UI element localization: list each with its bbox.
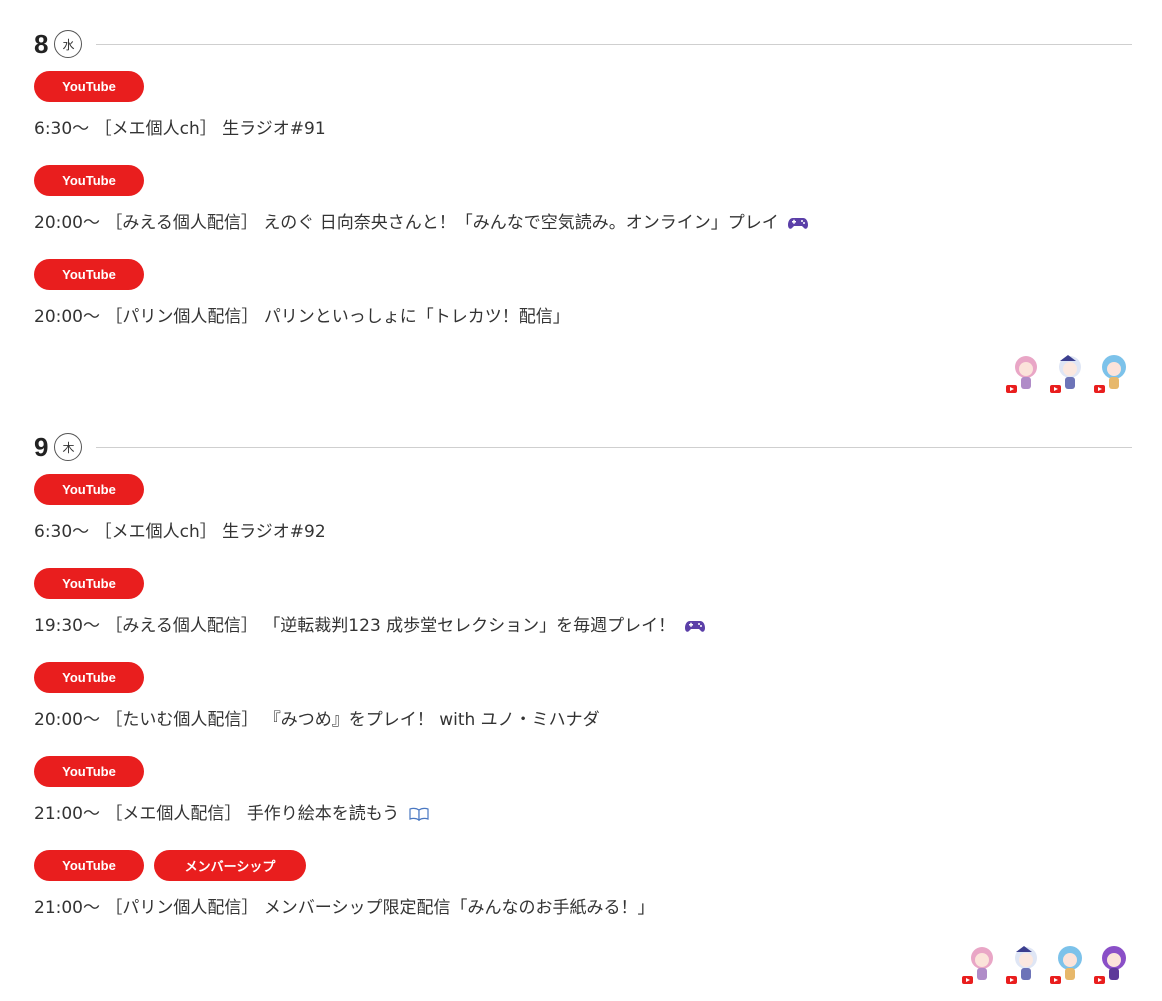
membership-badge[interactable]: メンバーシップ <box>154 850 306 881</box>
event-item: YouTube メンバーシップ 21:00〜 ［パリン個人配信］ メンバーシップ… <box>34 850 1132 944</box>
youtube-badge[interactable]: YouTube <box>34 756 144 787</box>
youtube-badge[interactable]: YouTube <box>34 474 144 505</box>
youtube-mini-icon <box>1050 976 1061 984</box>
white-hair-character-avatar[interactable] <box>1050 353 1088 393</box>
pink-hair-character-avatar[interactable] <box>962 944 1000 984</box>
event-time: 6:30〜 <box>34 522 90 542</box>
event-channel: ［パリン個人配信］ <box>105 898 259 918</box>
youtube-mini-icon <box>962 976 973 984</box>
event-time: 20:00〜 <box>34 307 100 327</box>
event-channel: ［メエ個人ch］ <box>94 119 217 139</box>
event-title: えのぐ 日向奈央さんと！「みんなで空気読み。オンライン」プレイ <box>263 213 779 233</box>
event-time: 20:00〜 <box>34 213 100 233</box>
divider <box>96 43 1132 45</box>
event-time: 21:00〜 <box>34 898 100 918</box>
event-link[interactable]: 20:00〜 ［たいむ個人配信］ 『みつめ』をプレイ！ with ユノ・ミハナダ <box>34 693 1132 756</box>
day-number: 9 <box>34 432 49 462</box>
avatar-group <box>34 353 1132 393</box>
event-title: 生ラジオ#91 <box>222 119 326 139</box>
weekday-circle: 木 <box>54 433 83 461</box>
event-link[interactable]: 21:00〜 ［パリン個人配信］ メンバーシップ限定配信「みんなのお手紙みる！」 <box>34 881 1132 944</box>
event-title: メンバーシップ限定配信「みんなのお手紙みる！」 <box>263 898 655 918</box>
event-title: 『みつめ』をプレイ！ with ユノ・ミハナダ <box>263 710 600 730</box>
event-time: 21:00〜 <box>34 804 100 824</box>
event-title: 生ラジオ#92 <box>222 522 326 542</box>
white-hair-character-avatar[interactable] <box>1006 944 1044 984</box>
event-list: YouTube 6:30〜 ［メエ個人ch］ 生ラジオ#92 YouTube 1… <box>34 474 1132 944</box>
day-header: 8 水 <box>34 27 1132 61</box>
event-link[interactable]: 19:30〜 ［みえる個人配信］ 「逆転裁判123 成歩堂セレクション」を毎週プ… <box>34 599 1132 662</box>
day-header: 9 木 <box>34 430 1132 464</box>
youtube-mini-icon <box>1006 976 1017 984</box>
event-channel: ［みえる個人配信］ <box>105 213 258 233</box>
event-item: YouTube 20:00〜 ［みえる個人配信］ えのぐ 日向奈央さんと！「みん… <box>34 165 1132 259</box>
weekday-circle: 水 <box>54 30 83 58</box>
event-link[interactable]: 21:00〜 ［メエ個人配信］ 手作り絵本を読もう <box>34 787 1132 850</box>
youtube-badge[interactable]: YouTube <box>34 259 144 290</box>
event-time: 20:00〜 <box>34 710 100 730</box>
event-channel: ［みえる個人配信］ <box>105 616 258 636</box>
youtube-badge[interactable]: YouTube <box>34 662 144 693</box>
event-item: YouTube 6:30〜 ［メエ個人ch］ 生ラジオ#92 <box>34 474 1132 568</box>
youtube-badge[interactable]: YouTube <box>34 165 144 196</box>
event-item: YouTube 20:00〜 ［パリン個人配信］ パリンといっしょに「トレカツ！… <box>34 259 1132 353</box>
youtube-badge[interactable]: YouTube <box>34 850 144 881</box>
event-link[interactable]: 20:00〜 ［パリン個人配信］ パリンといっしょに「トレカツ！配信」 <box>34 290 1132 353</box>
youtube-badge[interactable]: YouTube <box>34 71 144 102</box>
event-channel: ［メエ個人ch］ <box>94 522 217 542</box>
youtube-mini-icon <box>1094 385 1105 393</box>
gamepad-icon <box>788 218 809 229</box>
event-link[interactable]: 20:00〜 ［みえる個人配信］ えのぐ 日向奈央さんと！「みんなで空気読み。オ… <box>34 196 1132 259</box>
youtube-mini-icon <box>1050 385 1061 393</box>
event-time: 19:30〜 <box>34 616 100 636</box>
event-item: YouTube 20:00〜 ［たいむ個人配信］ 『みつめ』をプレイ！ with… <box>34 662 1132 756</box>
event-channel: ［たいむ個人配信］ <box>105 710 259 730</box>
gamepad-icon <box>684 621 705 632</box>
pink-hair-character-avatar[interactable] <box>1006 353 1044 393</box>
event-link[interactable]: 6:30〜 ［メエ個人ch］ 生ラジオ#92 <box>34 505 1132 568</box>
avatar-group <box>34 944 1132 984</box>
youtube-mini-icon <box>1094 976 1105 984</box>
purple-hair-character-avatar[interactable] <box>1094 944 1132 984</box>
day-section-9: 9 木 YouTube 6:30〜 ［メエ個人ch］ 生ラジオ#92 YouTu… <box>34 430 1132 984</box>
day-number: 8 <box>34 29 49 59</box>
schedule-page: 8 水 YouTube 6:30〜 ［メエ個人ch］ 生ラジオ#91 YouTu… <box>0 0 1162 1001</box>
book-icon <box>409 807 429 821</box>
event-channel: ［パリン個人配信］ <box>105 307 259 327</box>
divider <box>96 446 1132 448</box>
event-item: YouTube 21:00〜 ［メエ個人配信］ 手作り絵本を読もう <box>34 756 1132 850</box>
event-title: 手作り絵本を読もう <box>246 804 400 824</box>
event-list: YouTube 6:30〜 ［メエ個人ch］ 生ラジオ#91 YouTube 2… <box>34 71 1132 353</box>
blue-hair-character-avatar[interactable] <box>1094 353 1132 393</box>
youtube-badge[interactable]: YouTube <box>34 568 144 599</box>
youtube-mini-icon <box>1006 385 1017 393</box>
event-time: 6:30〜 <box>34 119 90 139</box>
blue-hair-character-avatar[interactable] <box>1050 944 1088 984</box>
event-title: 「逆転裁判123 成歩堂セレクション」を毎週プレイ！ <box>263 616 676 636</box>
event-item: YouTube 19:30〜 ［みえる個人配信］ 「逆転裁判123 成歩堂セレク… <box>34 568 1132 662</box>
event-title: パリンといっしょに「トレカツ！配信」 <box>263 307 570 327</box>
event-channel: ［メエ個人配信］ <box>105 804 242 824</box>
day-section-8: 8 水 YouTube 6:30〜 ［メエ個人ch］ 生ラジオ#91 YouTu… <box>34 27 1132 393</box>
event-item: YouTube 6:30〜 ［メエ個人ch］ 生ラジオ#91 <box>34 71 1132 165</box>
event-link[interactable]: 6:30〜 ［メエ個人ch］ 生ラジオ#91 <box>34 102 1132 165</box>
